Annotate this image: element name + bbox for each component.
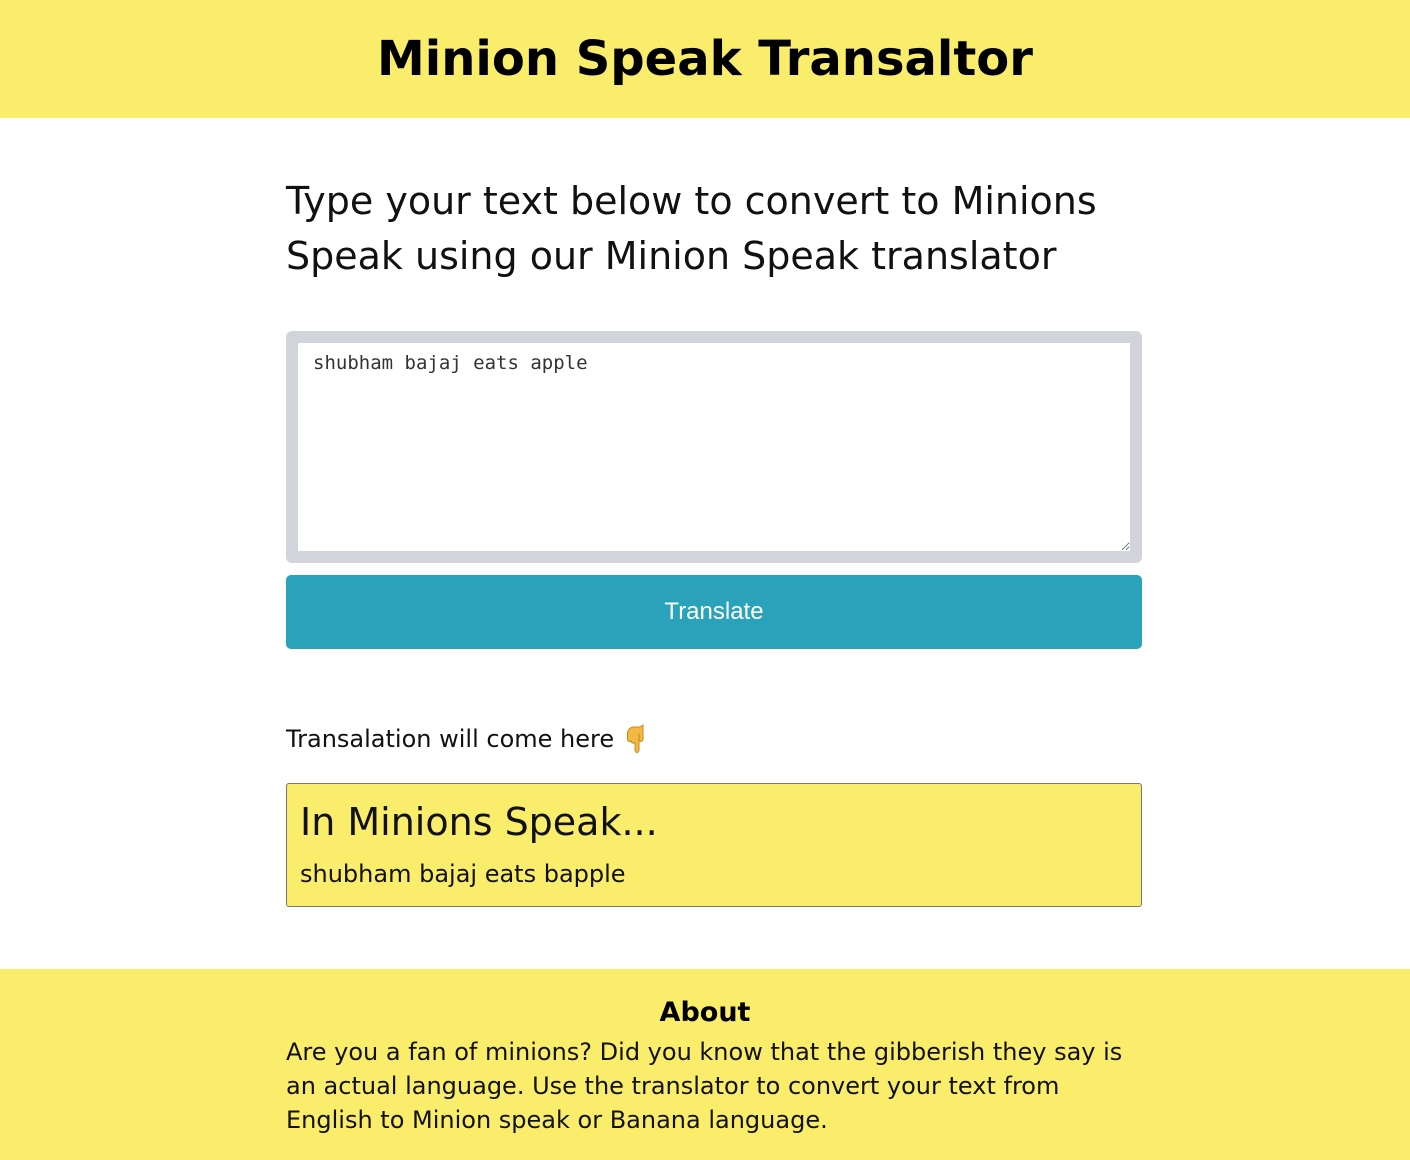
about-text: Are you a fan of minions? Did you know t… (286, 1038, 1123, 1134)
output-result: shubham bajaj eats bapple (300, 860, 626, 888)
translate-button[interactable]: Translate (286, 575, 1142, 649)
page-footer: About Are you a fan of minions? Did you … (0, 969, 1410, 1160)
text-input-container: shubham bajaj eats apple (286, 331, 1142, 563)
app-title: Minion Speak Transaltor (377, 31, 1033, 87)
output-heading: In Minions Speak... (300, 800, 658, 844)
text-input[interactable]: shubham bajaj eats apple (298, 343, 1130, 551)
pointing-down-hand-icon (622, 724, 648, 754)
about-heading: About (659, 997, 751, 1028)
intro-text: Type your text below to convert to Minio… (286, 179, 1097, 278)
page-header: Minion Speak Transaltor (0, 0, 1410, 118)
translation-output: In Minions Speak... shubham bajaj eats b… (286, 783, 1142, 907)
output-label-row: Transalation will come here (286, 724, 648, 754)
output-label: Transalation will come here (286, 725, 615, 753)
